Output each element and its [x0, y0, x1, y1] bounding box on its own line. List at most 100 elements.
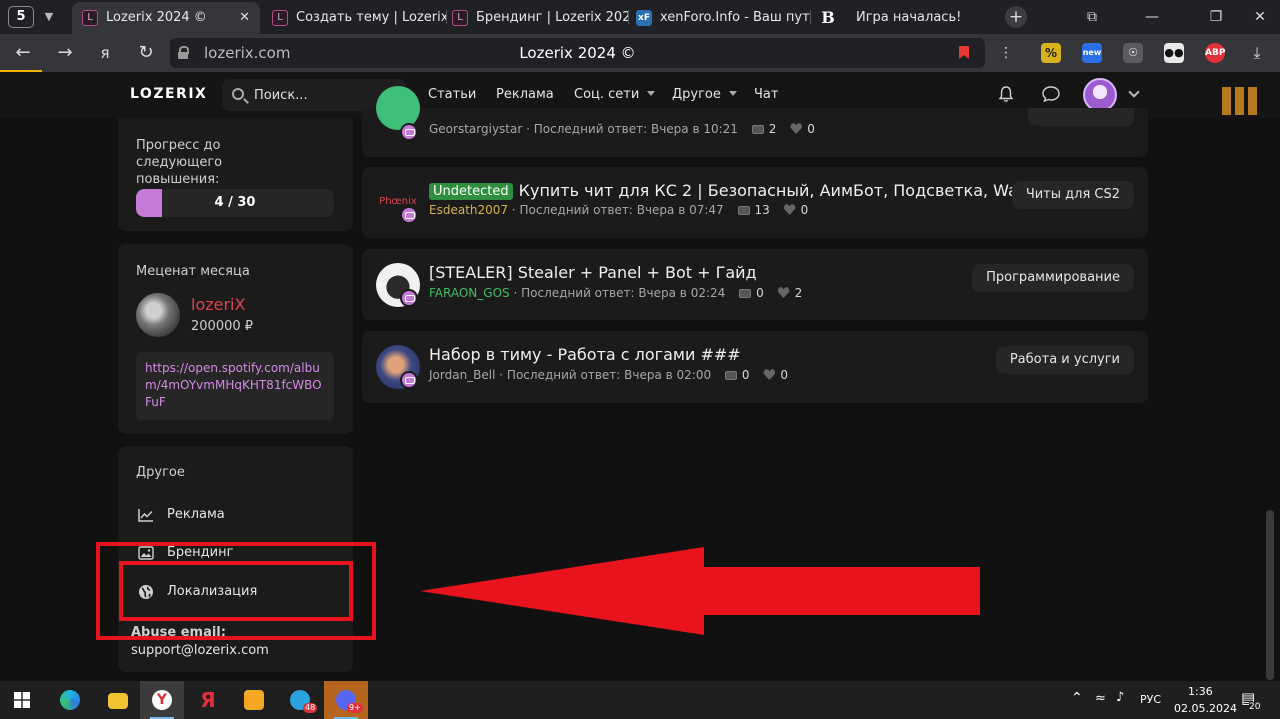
tabs-panel-icon[interactable]: ⧉: [1072, 0, 1112, 34]
patron-name[interactable]: lozeriX: [191, 295, 245, 314]
abuse-email-link[interactable]: support@lozerix.com: [131, 643, 269, 658]
annotation-inner-box: [119, 561, 353, 621]
promotion-progress-panel: Прогресс до следующего повышения: 4 / 30: [118, 118, 353, 231]
thread-row[interactable]: Phœnix Undetected Купить чит для КС 2 | Б…: [362, 167, 1148, 238]
chat-bubble-icon[interactable]: [1041, 85, 1061, 103]
thread-node-tag[interactable]: Работа и услуги: [995, 346, 1134, 374]
thread-meta: Georstargiystar · Последний ответ: Вчера…: [429, 122, 815, 136]
clock-time[interactable]: 1:36: [1188, 685, 1213, 698]
page-scrollbar[interactable]: [1266, 510, 1274, 680]
nav-chat[interactable]: Чат: [754, 87, 778, 102]
telegram-icon[interactable]: 48: [278, 681, 322, 719]
thread-title[interactable]: [STEALER] Stealer + Panel + Bot + Гайд: [429, 263, 757, 282]
clock-date[interactable]: 02.05.2024: [1174, 702, 1237, 715]
close-icon[interactable]: ✕: [239, 2, 250, 34]
thread-author[interactable]: Esdeath2007: [429, 203, 508, 217]
thread-node-tag[interactable]: Программирование: [972, 264, 1134, 292]
tab-list-chevron-icon[interactable]: ▼: [38, 6, 60, 28]
tab-count-button[interactable]: 5: [8, 6, 34, 28]
reply-count: 0: [756, 286, 764, 300]
thread-last-reply[interactable]: · Последний ответ: Вчера в 02:24: [513, 286, 725, 300]
other-title: Другое: [136, 465, 185, 480]
mask-extension-icon[interactable]: ●●: [1164, 43, 1184, 63]
tray-chevron-up-icon[interactable]: ⌃: [1071, 690, 1083, 706]
yandex-browser-icon[interactable]: Y: [140, 681, 184, 719]
thread-prefix-badge[interactable]: Undetected: [429, 183, 513, 200]
discord-icon[interactable]: 9+: [324, 681, 368, 719]
windows-logo-icon: [14, 692, 30, 708]
yandex-icon[interactable]: я: [92, 41, 118, 65]
thread-title[interactable]: Набор в тиму - Работа с логами ###: [429, 345, 741, 364]
back-arrow-icon[interactable]: ←: [10, 41, 36, 65]
minimize-icon[interactable]: —: [1132, 0, 1172, 34]
thread-row[interactable]: [STEALER] Stealer + Panel + Bot + Гайд F…: [362, 249, 1148, 320]
thread-row[interactable]: Georstargiystar · Последний ответ: Вчера…: [362, 86, 1148, 157]
heart-icon: [783, 204, 796, 215]
patron-panel: Меценат месяца lozeriX 200000 ₽ https://…: [118, 244, 353, 434]
replies-icon: [724, 371, 737, 380]
thread-node-tag[interactable]: Читы для CS2: [1011, 181, 1134, 209]
language-indicator[interactable]: РУС: [1140, 693, 1161, 706]
replies-icon: [739, 289, 752, 298]
speaker-icon[interactable]: ♪: [1116, 690, 1124, 705]
wifi-icon[interactable]: ≈: [1095, 691, 1106, 706]
thread-last-reply[interactable]: · Последний ответ: Вчера в 10:21: [526, 122, 738, 136]
sidebar-item-ads[interactable]: Реклама: [136, 503, 336, 527]
yandex-icon[interactable]: Я: [186, 681, 230, 719]
like-count: 0: [800, 203, 809, 217]
windows-taskbar: Y Я 48 9+ ⌃ ≈ ♪ РУС 1:36 02.05.2024 ▤ 20: [0, 681, 1280, 719]
chat-badge-icon: [400, 206, 418, 224]
thread-last-reply[interactable]: · Последний ответ: Вчера в 07:47: [512, 203, 724, 217]
tab-label: Создать тему | Lozerix 20: [296, 10, 446, 25]
patron-link[interactable]: https://open.spotify.com/album/4mOYvmMHq…: [136, 352, 334, 420]
user-avatar[interactable]: [1083, 78, 1117, 112]
reload-icon[interactable]: ↻: [133, 41, 159, 65]
tab-branding[interactable]: L Брендинг | Lozerix 2024 ©: [442, 2, 628, 34]
new-tab-plus-icon[interactable]: +: [1005, 6, 1027, 28]
brand-bars-icon: [1222, 87, 1258, 115]
forward-arrow-icon[interactable]: →: [52, 41, 78, 65]
discount-extension-icon[interactable]: %: [1041, 43, 1061, 63]
thread-row[interactable]: Набор в тиму - Работа с логами ### Jorda…: [362, 331, 1148, 403]
shield-extension-icon[interactable]: ☉: [1123, 43, 1143, 63]
tab-game-started[interactable]: B Игра началась!: [810, 2, 1000, 34]
file-explorer-icon[interactable]: [96, 681, 140, 719]
search-icon: [232, 88, 244, 100]
nav-ads[interactable]: Реклама: [496, 87, 554, 102]
heart-icon: [790, 123, 803, 134]
windows-start-icon[interactable]: [0, 681, 44, 719]
thread-node-tag[interactable]: [1028, 108, 1134, 126]
thread-title-text[interactable]: Купить чит для КС 2 | Безопасный, АимБот…: [519, 181, 1042, 200]
nav-social[interactable]: Соц. сети: [574, 87, 656, 102]
nav-other[interactable]: Другое: [672, 87, 737, 102]
window-close-icon[interactable]: ✕: [1240, 0, 1280, 34]
tab-create-topic[interactable]: L Создать тему | Lozerix 20: [262, 2, 446, 34]
thread-meta: FARAON_GOS · Последний ответ: Вчера в 02…: [429, 286, 802, 300]
thread-title[interactable]: Undetected Купить чит для КС 2 | Безопасн…: [429, 181, 1042, 200]
more-vertical-icon[interactable]: ⋮: [993, 41, 1019, 65]
bell-icon[interactable]: [997, 85, 1015, 103]
tab-lozerix[interactable]: L Lozerix 2024 © ✕: [72, 2, 260, 34]
patron-title: Меценат месяца: [136, 264, 250, 279]
chat-badge-icon: [400, 371, 418, 389]
vk-favicon-icon: B: [821, 8, 835, 27]
tab-xenforo[interactable]: xF xenForo.Info - Ваш путев: [626, 2, 810, 34]
reply-count: 13: [754, 203, 770, 217]
site-logo[interactable]: LOZERIX: [130, 86, 207, 102]
new-extension-icon[interactable]: new: [1082, 43, 1102, 63]
tab-label: xenForo.Info - Ваш путев: [660, 10, 810, 25]
thread-meta: Esdeath2007 · Последний ответ: Вчера в 0…: [429, 203, 808, 217]
adblock-extension-icon[interactable]: ABP: [1205, 43, 1225, 63]
thread-author[interactable]: Jordan_Bell: [429, 368, 495, 382]
thread-author[interactable]: Georstargiystar: [429, 122, 522, 136]
counter-strike-icon[interactable]: [232, 681, 276, 719]
thread-author[interactable]: FARAON_GOS: [429, 286, 510, 300]
replies-icon: [737, 206, 750, 215]
nav-articles[interactable]: Статьи: [428, 87, 476, 102]
address-bar[interactable]: Lozerix 2024 © lozerix.com: [170, 38, 985, 68]
restore-icon[interactable]: ❐: [1196, 0, 1236, 34]
thread-last-reply[interactable]: · Последний ответ: Вчера в 02:00: [499, 368, 711, 382]
download-icon[interactable]: ⤓: [1244, 41, 1270, 65]
patron-avatar[interactable]: [136, 293, 180, 337]
edge-icon[interactable]: [48, 681, 92, 719]
